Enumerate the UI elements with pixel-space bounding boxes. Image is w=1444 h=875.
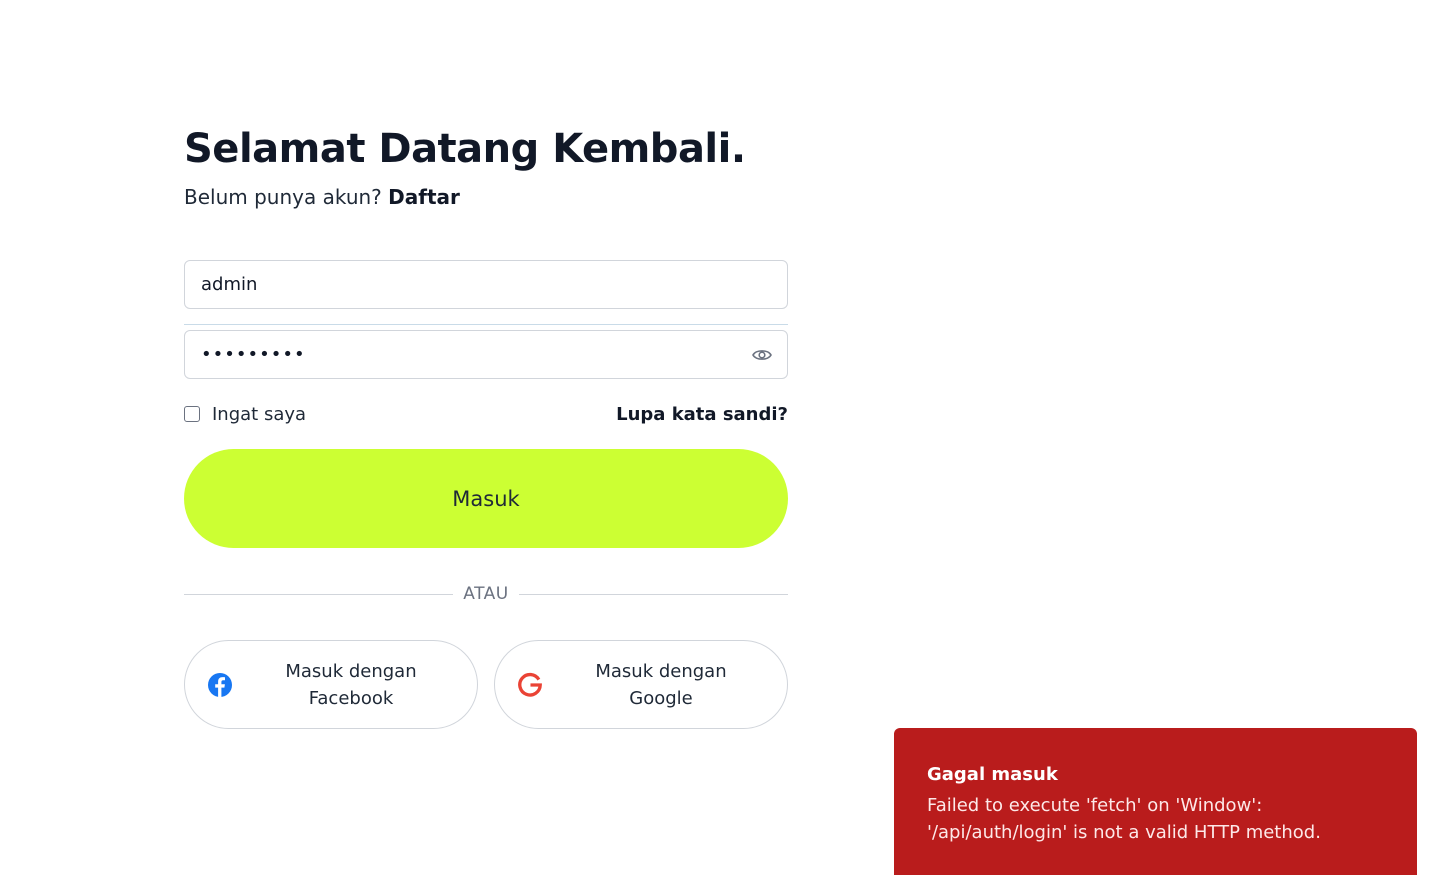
login-button[interactable]: Masuk <box>184 449 788 548</box>
forgot-password-link[interactable]: Lupa kata sandi? <box>616 404 788 425</box>
page-title: Selamat Datang Kembali. <box>184 126 746 172</box>
eye-icon[interactable] <box>751 345 773 365</box>
or-divider: ATAU <box>184 582 789 606</box>
password-field[interactable] <box>184 330 788 379</box>
field-separator <box>184 324 788 325</box>
divider-line-right <box>518 593 789 595</box>
divider-text: ATAU <box>463 584 509 604</box>
google-login-button[interactable]: Masuk dengan Google <box>494 640 788 729</box>
facebook-login-label: Masuk dengan Facebook <box>285 660 417 709</box>
login-page: Selamat Datang Kembali. Belum punya akun… <box>0 0 1444 875</box>
register-prompt-text: Belum punya akun? <box>184 185 382 209</box>
register-link[interactable]: Daftar <box>388 185 460 209</box>
facebook-icon <box>207 672 233 698</box>
google-icon <box>517 672 543 698</box>
login-button-label: Masuk <box>452 486 520 511</box>
toast-title: Gagal masuk <box>927 764 1058 785</box>
remember-me-label: Ingat saya <box>212 403 307 425</box>
remember-me-checkbox[interactable] <box>184 406 200 422</box>
divider-line-left <box>184 593 454 595</box>
remember-me[interactable]: Ingat saya <box>184 404 306 425</box>
error-toast: Gagal masuk Failed to execute 'fetch' on… <box>894 728 1417 875</box>
username-field[interactable] <box>184 260 788 309</box>
google-login-label: Masuk dengan Google <box>595 660 727 709</box>
username-input[interactable] <box>185 261 787 308</box>
toast-message: Failed to execute 'fetch' on 'Window': '… <box>927 795 1321 843</box>
register-prompt: Belum punya akun? Daftar <box>184 182 788 212</box>
facebook-login-button[interactable]: Masuk dengan Facebook <box>184 640 478 729</box>
password-input[interactable] <box>185 331 787 378</box>
login-form: Selamat Datang Kembali. Belum punya akun… <box>184 120 789 729</box>
options-row: Ingat saya Lupa kata sandi? <box>184 401 788 427</box>
